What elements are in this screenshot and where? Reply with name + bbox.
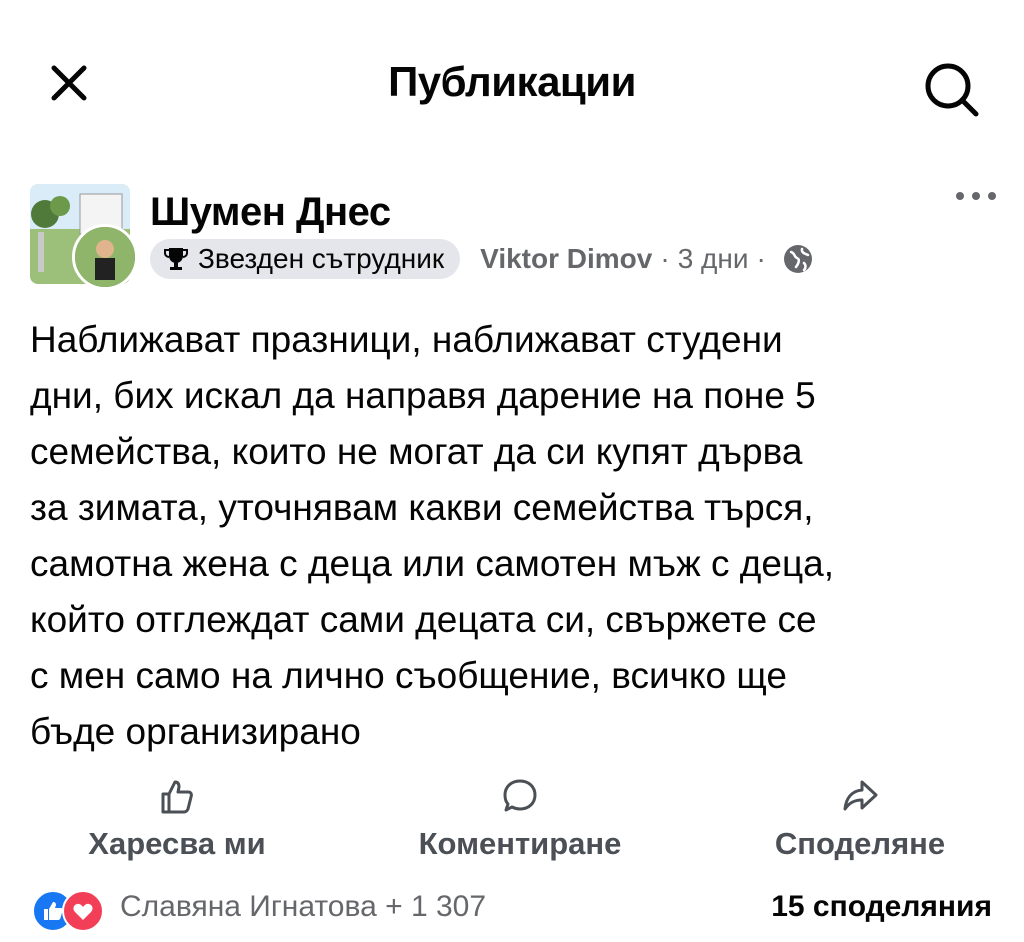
- author-avatar[interactable]: [72, 224, 138, 290]
- top-bar: Публикации: [0, 40, 1024, 120]
- post-footer: Славяна Игнатова + 1 307 15 споделяния: [0, 884, 1024, 934]
- shares-count[interactable]: 15 споделяния: [771, 890, 992, 924]
- reactors-text[interactable]: Славяна Игнатова + 1 307: [120, 890, 486, 924]
- thumbs-up-icon: [161, 780, 193, 814]
- comment-label: Коментиране: [418, 826, 622, 861]
- post-meta: Звезден сътрудник Viktor Dimov · 3 дни ·: [150, 238, 814, 280]
- meta-separator: ·: [756, 243, 766, 274]
- badge-label: Звезден сътрудник: [198, 243, 445, 274]
- post-actions: Харесва ми Коментиране Споделяне: [0, 776, 1024, 866]
- share-button[interactable]: Споделяне: [756, 776, 964, 866]
- search-icon[interactable]: [918, 56, 984, 122]
- trophy-icon: [164, 248, 188, 270]
- post-time[interactable]: 3 дни: [678, 243, 749, 275]
- meta-separator: ·: [660, 243, 670, 274]
- like-button[interactable]: Харесва ми: [70, 776, 284, 866]
- comment-button[interactable]: Коментиране: [398, 776, 642, 866]
- like-label: Харесва ми: [88, 826, 266, 861]
- page-title: Публикации: [388, 58, 636, 105]
- post-text: Наближават празници, наближават студени …: [30, 319, 835, 752]
- group-name[interactable]: Шумен Днес: [150, 190, 391, 235]
- love-reaction-icon: [62, 890, 104, 932]
- more-options-icon[interactable]: [948, 184, 1004, 214]
- author-name[interactable]: Viktor Dimov: [480, 243, 652, 275]
- reaction-icons[interactable]: [32, 890, 112, 932]
- share-icon: [843, 780, 878, 811]
- contributor-badge[interactable]: Звезден сътрудник: [150, 239, 461, 279]
- comment-icon: [503, 779, 537, 812]
- globe-icon: [783, 245, 812, 273]
- share-label: Споделяне: [774, 826, 946, 861]
